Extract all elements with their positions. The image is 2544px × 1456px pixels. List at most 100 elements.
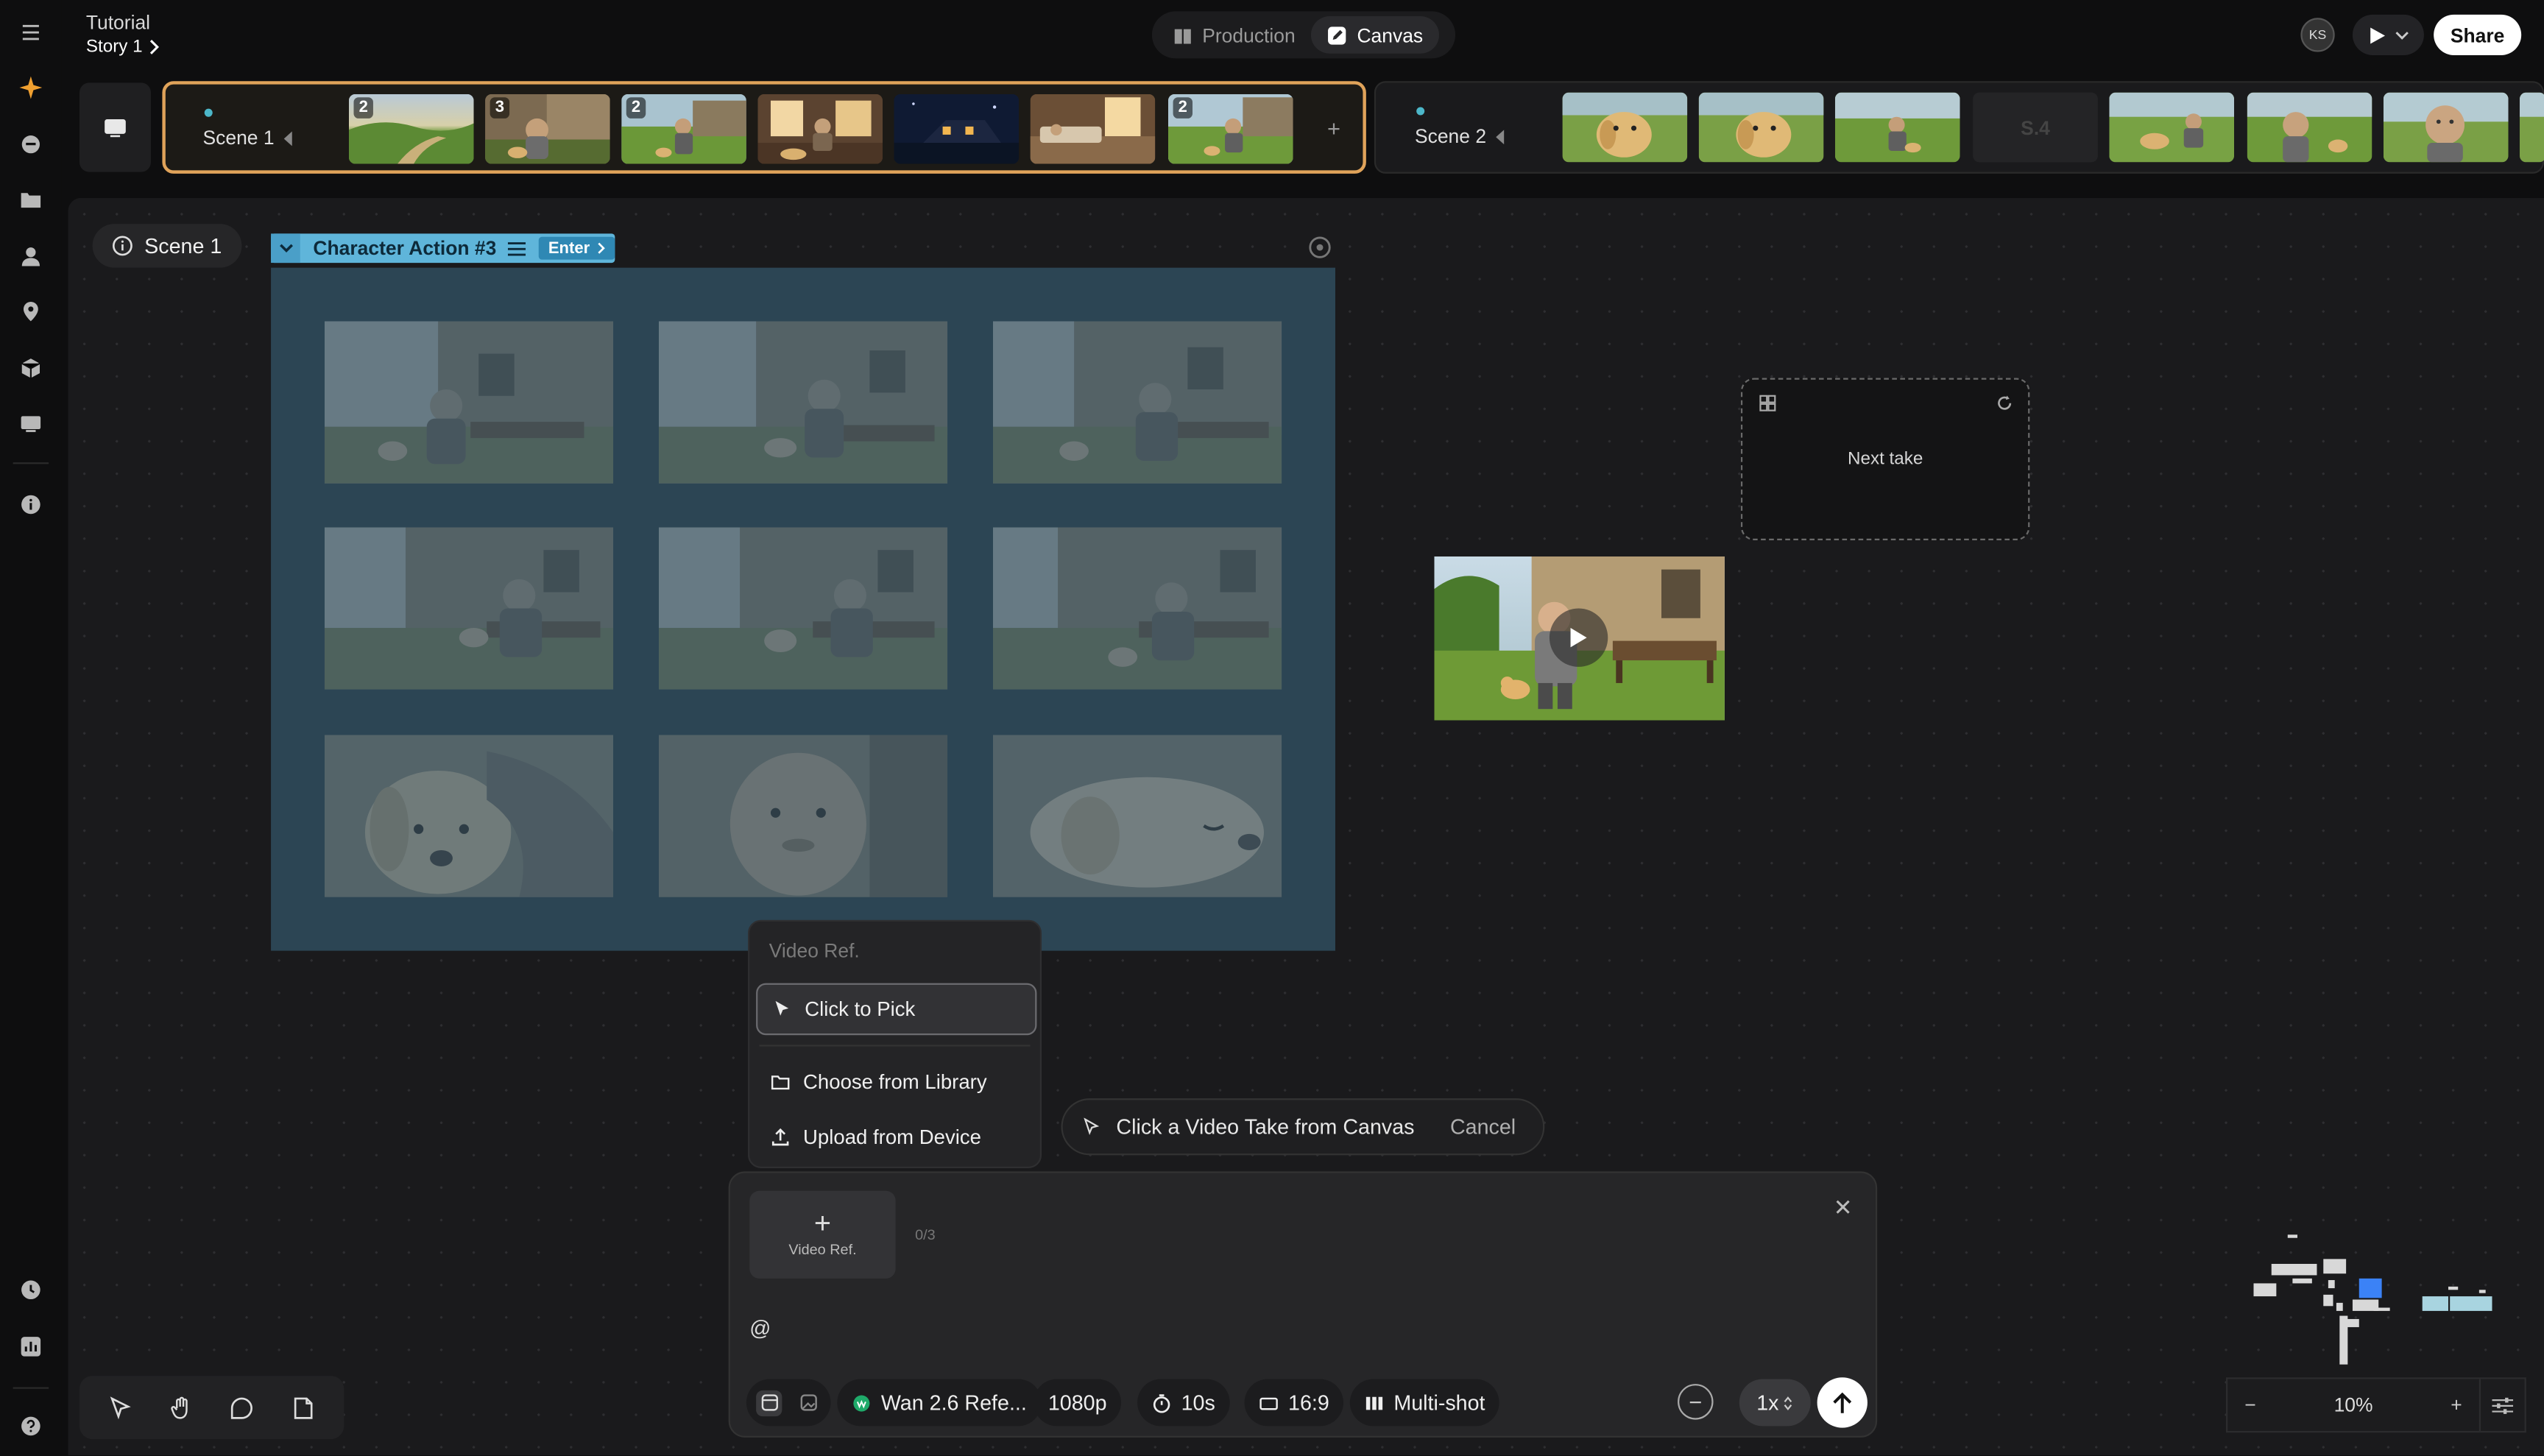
folder-icon[interactable]: [15, 183, 47, 216]
scene-2-group[interactable]: Scene 2 S.4: [1374, 81, 2544, 174]
shot-thumbnail[interactable]: [1562, 92, 1688, 163]
batch-count-selector[interactable]: 1x: [1739, 1379, 1811, 1427]
add-shot-button[interactable]: +: [1327, 115, 1340, 141]
note-tool-icon[interactable]: [286, 1390, 321, 1425]
list-icon[interactable]: [507, 241, 526, 255]
choose-from-library-item[interactable]: Choose from Library: [756, 1056, 1036, 1109]
help-icon[interactable]: [15, 1410, 47, 1442]
play-dropdown-button[interactable]: [2352, 14, 2424, 55]
shot-thumbnail-partial[interactable]: [2519, 92, 2544, 163]
project-title[interactable]: Tutorial: [86, 11, 150, 34]
tab-production[interactable]: Production: [1157, 16, 1312, 54]
scene-2-label[interactable]: Scene 2: [1415, 125, 1506, 148]
tab-canvas[interactable]: Canvas: [1311, 16, 1440, 54]
shot-thumbnail[interactable]: [757, 93, 883, 164]
click-to-pick-item[interactable]: Click to Pick: [756, 983, 1037, 1036]
video-ref-menu: Video Ref. Click to Pick Choose from Lib…: [748, 919, 1042, 1168]
next-take-placeholder[interactable]: Next take: [1740, 378, 2030, 540]
select-tool-icon[interactable]: [102, 1390, 138, 1425]
scene-1-label[interactable]: Scene 1: [203, 127, 294, 149]
shot-thumbnail[interactable]: [2109, 92, 2235, 163]
storyboard-frame[interactable]: [324, 735, 614, 897]
prompt-input[interactable]: @: [749, 1316, 771, 1340]
storyboard-frame[interactable]: [658, 527, 948, 690]
cancel-pick-button[interactable]: Cancel: [1450, 1114, 1516, 1139]
hand-tool-icon[interactable]: [163, 1390, 199, 1425]
scene-1-group[interactable]: Scene 1 2 3 2 2: [162, 81, 1366, 174]
refresh-icon[interactable]: [1996, 395, 2013, 412]
character-action-node[interactable]: [271, 267, 1335, 951]
pick-mode-bar: Click a Video Take from Canvas Cancel: [1061, 1098, 1545, 1156]
shot-thumbnail[interactable]: 3: [485, 93, 610, 164]
shot-thumbnail[interactable]: [1834, 92, 1960, 163]
decrease-button[interactable]: −: [1678, 1384, 1714, 1420]
story-breadcrumb[interactable]: Story 1: [86, 38, 160, 57]
canvas-settings-icon[interactable]: [2478, 1379, 2525, 1432]
cursor-icon: [775, 1000, 789, 1016]
aspect-ratio-selector[interactable]: 16:9: [1244, 1379, 1344, 1427]
focus-target-icon[interactable]: [1306, 233, 1333, 261]
shot-thumbnail[interactable]: [2247, 92, 2372, 163]
ai-sparkle-icon[interactable]: [15, 71, 47, 104]
submit-button[interactable]: [1817, 1377, 1868, 1428]
rail-divider-bottom: [13, 1387, 49, 1389]
storyboard-frame[interactable]: [324, 527, 614, 690]
shot-thumbnail[interactable]: [1698, 92, 1824, 163]
chat-icon[interactable]: [15, 128, 47, 160]
aspect-ratio-icon: [1259, 1396, 1278, 1410]
generation-composer: + Video Ref. 0/3 ✕ @ Wan 2.6 Refe... 108…: [728, 1171, 1878, 1438]
empty-shot-slot[interactable]: S.4: [1973, 92, 2098, 163]
shot-thumbnail[interactable]: 2: [1167, 93, 1293, 164]
model-selector[interactable]: Wan 2.6 Refe...: [837, 1379, 1042, 1427]
video-take-tile[interactable]: [1434, 556, 1725, 721]
shot-thumbnail[interactable]: [894, 93, 1020, 164]
zoom-out-button[interactable]: −: [2227, 1393, 2273, 1416]
storyboard-frame[interactable]: [324, 321, 614, 484]
history-icon[interactable]: [15, 1273, 47, 1306]
storyboard-frame[interactable]: [992, 735, 1282, 897]
menu-icon[interactable]: [15, 16, 47, 49]
minimap[interactable]: [2227, 1209, 2523, 1382]
collapse-toggle[interactable]: [271, 233, 300, 264]
shot-thumbnail[interactable]: 2: [621, 93, 746, 164]
video-mode-icon[interactable]: [756, 1389, 782, 1416]
storyboard-toggle-button[interactable]: [80, 82, 151, 172]
storyboard-frame[interactable]: [658, 321, 948, 484]
zoom-level[interactable]: 10%: [2273, 1393, 2434, 1416]
comment-tool-icon[interactable]: [225, 1390, 260, 1425]
duration-selector[interactable]: 10s: [1137, 1379, 1230, 1427]
chevron-down-icon: [278, 244, 292, 253]
zoom-control: − 10% +: [2226, 1377, 2526, 1433]
image-mode-icon[interactable]: [795, 1390, 821, 1416]
play-video-button[interactable]: [1549, 608, 1608, 667]
shot-thumbnail[interactable]: 2: [348, 93, 474, 164]
shot-thumbnail[interactable]: [1030, 93, 1156, 164]
play-icon: [1570, 627, 1587, 648]
user-avatar[interactable]: KS: [2300, 18, 2335, 52]
storyboard-frame[interactable]: [992, 321, 1282, 484]
action-node-header[interactable]: Character Action #3 Enter: [271, 233, 615, 264]
model-logo-icon: [853, 1394, 870, 1411]
resolution-selector[interactable]: 1080p: [1034, 1379, 1122, 1427]
mode-switcher: Production Canvas: [1151, 11, 1456, 59]
storyboard-frame[interactable]: [658, 735, 948, 897]
info-icon[interactable]: [15, 488, 47, 520]
location-icon[interactable]: [15, 295, 47, 328]
shot-mode-selector[interactable]: Multi-shot: [1349, 1379, 1500, 1427]
share-button[interactable]: Share: [2434, 14, 2522, 55]
enter-node-button[interactable]: Enter: [538, 236, 615, 260]
scene-chip[interactable]: Scene 1: [92, 224, 241, 268]
shot-thumbnail[interactable]: [2383, 92, 2509, 163]
storyboard-frame[interactable]: [992, 527, 1282, 690]
close-icon[interactable]: ✕: [1834, 1194, 1853, 1221]
upload-from-device-item[interactable]: Upload from Device: [756, 1112, 1036, 1164]
rail-divider: [13, 462, 49, 464]
take-count-badge: 2: [626, 97, 646, 119]
prop-box-icon[interactable]: [15, 352, 47, 384]
analytics-icon[interactable]: [15, 1330, 47, 1363]
zoom-in-button[interactable]: +: [2434, 1393, 2479, 1416]
left-rail: [0, 0, 62, 1456]
storyboard-icon[interactable]: [15, 407, 47, 439]
add-video-ref-button[interactable]: + Video Ref.: [749, 1190, 896, 1279]
character-icon[interactable]: [15, 240, 47, 272]
